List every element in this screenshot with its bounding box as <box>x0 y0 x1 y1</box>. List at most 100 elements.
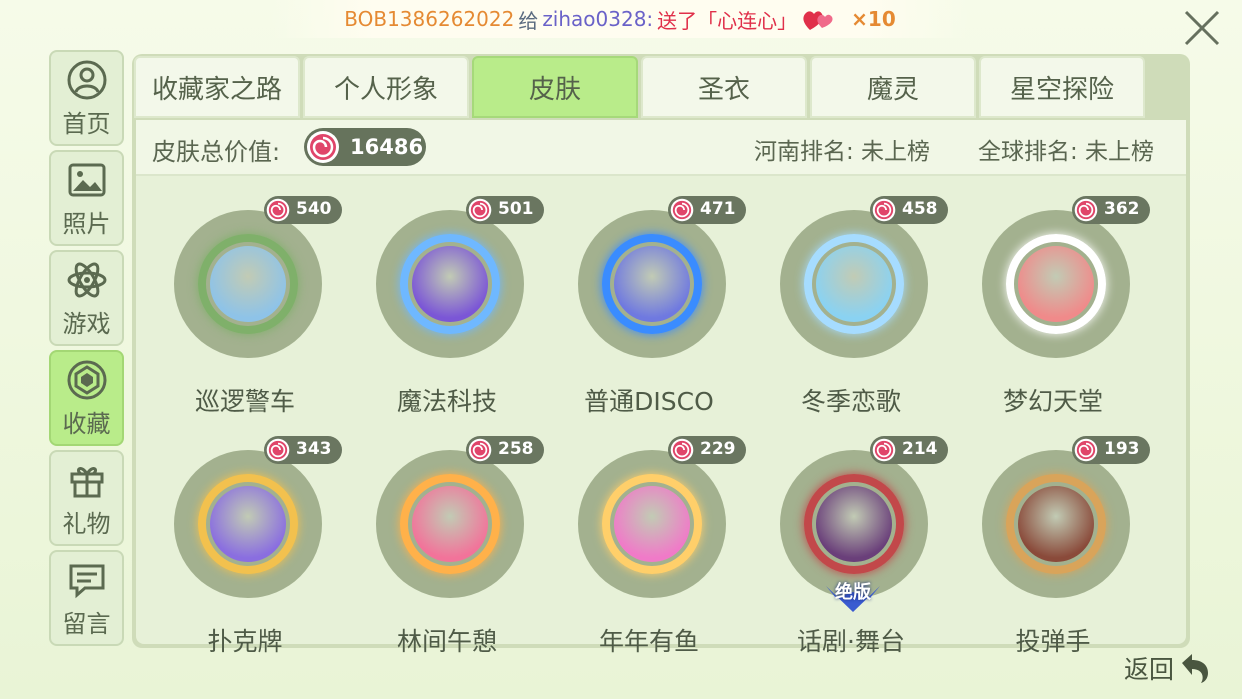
gift-icon <box>70 466 103 497</box>
badge-label: 绝版 <box>835 582 871 603</box>
photo-icon <box>68 163 105 196</box>
candy-icon <box>670 198 694 222</box>
skin-item[interactable]: 540 巡逻警车 <box>144 186 346 416</box>
sidebar-item-gift[interactable]: 礼物 <box>49 450 124 546</box>
banner-gift-count: ×10 <box>851 7 896 31</box>
skin-price-pill: 229 <box>668 436 746 464</box>
skin-price-pill: 214 <box>870 436 948 464</box>
skin-price: 229 <box>700 439 736 459</box>
skin-name: 话剧·舞台 <box>797 627 905 656</box>
skin-item[interactable]: 471 普通DISCO <box>548 186 750 416</box>
tab-skins[interactable]: 皮肤 <box>472 56 638 118</box>
skin-item[interactable]: 258 林间午憩 <box>346 426 548 656</box>
skin-preview <box>1018 246 1094 322</box>
tab-holy-cloth[interactable]: 圣衣 <box>641 56 807 118</box>
global-rank: 全球排名: 未上榜 <box>978 139 1155 165</box>
skin-item[interactable]: 362 梦幻天堂 <box>952 186 1154 416</box>
skin-item[interactable]: 343 扑克牌 <box>144 426 346 656</box>
skins-content: 皮肤总价值: 16486 河南排名: 未上榜 全球排名: 未上榜 540 巡逻警… <box>136 120 1186 656</box>
skin-name: 扑克牌 <box>207 627 283 656</box>
home-icon <box>67 60 106 99</box>
close-icon[interactable] <box>1182 8 1222 48</box>
back-arrow-icon <box>1182 654 1208 683</box>
skin-preview <box>412 246 488 322</box>
sidebar-item-label: 照片 <box>62 209 111 238</box>
skin-price-pill: 501 <box>466 196 544 224</box>
tab-star-adventure[interactable]: 星空探险 <box>979 56 1145 118</box>
skin-price: 471 <box>700 199 736 219</box>
skin-name: 年年有鱼 <box>598 627 699 656</box>
skin-name: 巡逻警车 <box>194 387 295 416</box>
sidebar: 首页 照片 游戏 收藏 礼物 留言 <box>49 50 124 650</box>
skin-value-bar: 皮肤总价值: 16486 河南排名: 未上榜 全球排名: 未上榜 <box>136 120 1186 176</box>
sidebar-item-message[interactable]: 留言 <box>49 550 124 646</box>
candy-icon <box>1074 198 1098 222</box>
skin-preview <box>210 486 286 562</box>
total-value-label: 皮肤总价值: <box>152 138 281 166</box>
sidebar-item-game[interactable]: 游戏 <box>49 250 124 346</box>
sidebar-item-collection[interactable]: 收藏 <box>49 350 124 446</box>
back-button[interactable]: 返回 <box>1124 650 1212 686</box>
candy-icon <box>872 438 896 462</box>
tab-spirit[interactable]: 魔灵 <box>810 56 976 118</box>
skin-price-pill: 362 <box>1072 196 1150 224</box>
total-value: 16486 <box>350 135 424 159</box>
skin-price-pill: 471 <box>668 196 746 224</box>
skin-item[interactable]: 193 投弹手 <box>952 426 1154 656</box>
skin-item[interactable]: 501 魔法科技 <box>346 186 548 416</box>
skin-item[interactable]: 214 话剧·舞台 绝版 <box>750 426 952 656</box>
skin-preview <box>614 246 690 322</box>
candy-icon <box>266 198 290 222</box>
sidebar-item-label: 礼物 <box>62 509 111 538</box>
sidebar-item-photo[interactable]: 照片 <box>49 150 124 246</box>
tab-bar: 收藏家之路 个人形象 皮肤 圣衣 魔灵 星空探险 <box>134 56 1145 118</box>
candy-icon <box>307 131 339 163</box>
banner-gift-text: 送了「心连心」 <box>657 8 798 33</box>
skin-price-pill: 540 <box>264 196 342 224</box>
skin-price-pill: 458 <box>870 196 948 224</box>
skin-price: 193 <box>1104 439 1140 459</box>
banner-give-word: 给 <box>518 8 539 33</box>
skin-preview <box>1018 486 1094 562</box>
skin-price: 258 <box>498 439 534 459</box>
banner-receiver: zihao0328: <box>542 7 654 31</box>
candy-icon <box>468 438 492 462</box>
sidebar-item-label: 首页 <box>62 109 111 138</box>
tab-collector-road[interactable]: 收藏家之路 <box>134 56 300 118</box>
skin-name: 魔法科技 <box>396 387 497 416</box>
skin-preview <box>816 246 892 322</box>
back-label: 返回 <box>1123 655 1174 684</box>
skin-item[interactable]: 458 冬季恋歌 <box>750 186 952 416</box>
tab-personal-image[interactable]: 个人形象 <box>303 56 469 118</box>
candy-icon <box>872 198 896 222</box>
skin-price: 501 <box>498 199 534 219</box>
atom-icon <box>67 262 106 297</box>
skin-preview <box>816 486 892 562</box>
gem-icon <box>67 360 106 399</box>
skin-name: 冬季恋歌 <box>800 387 901 416</box>
skin-price-pill: 193 <box>1072 436 1150 464</box>
skin-name: 普通DISCO <box>584 387 714 416</box>
gift-broadcast-banner: BOB1386262022 给 zihao0328: 送了「心连心」 ×10 <box>270 0 970 38</box>
sidebar-item-home[interactable]: 首页 <box>49 50 124 146</box>
skin-item[interactable]: 229 年年有鱼 <box>548 426 750 656</box>
banner-sender: BOB1386262022 <box>344 7 515 31</box>
candy-icon <box>266 438 290 462</box>
collection-panel: 收藏家之路 个人形象 皮肤 圣衣 魔灵 星空探险 皮肤总价值: 16486 河南… <box>132 54 1190 656</box>
sidebar-item-label: 收藏 <box>62 409 111 438</box>
skin-price: 458 <box>902 199 938 219</box>
heart-gift-icon <box>803 11 833 30</box>
skin-price: 540 <box>296 199 332 219</box>
out-of-print-badge: 绝版 <box>822 578 884 614</box>
sidebar-item-label: 留言 <box>62 609 111 638</box>
sidebar-item-label: 游戏 <box>62 309 111 338</box>
skin-name: 梦幻天堂 <box>1002 387 1103 416</box>
skin-price-pill: 258 <box>466 436 544 464</box>
skin-price: 214 <box>902 439 938 459</box>
skin-price: 362 <box>1104 199 1140 219</box>
candy-icon <box>468 198 492 222</box>
skin-price-pill: 343 <box>264 436 342 464</box>
skin-preview <box>412 486 488 562</box>
skin-price: 343 <box>296 439 332 459</box>
message-icon <box>69 564 104 598</box>
